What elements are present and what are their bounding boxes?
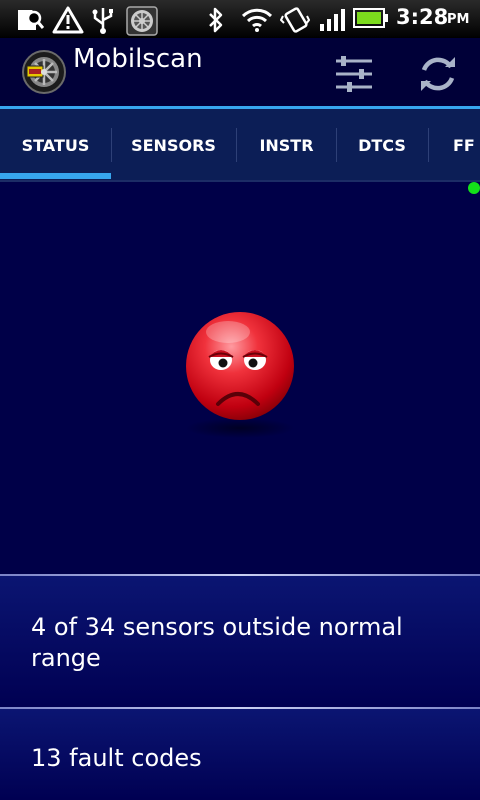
status-time: 3:28 <box>396 5 449 29</box>
signal-icon <box>320 9 345 31</box>
sd-card-scan-icon <box>18 10 44 30</box>
tab-dtcs[interactable]: DTCS <box>336 109 428 182</box>
vibrate-icon <box>280 7 310 33</box>
status-bar: 3:28 PM <box>0 0 480 38</box>
settings-sliders-icon[interactable] <box>332 52 376 96</box>
tab-status[interactable]: STATUS <box>0 109 111 182</box>
app-title: Mobilscan <box>73 44 203 74</box>
tab-ff[interactable]: FF <box>428 109 480 182</box>
bluetooth-icon <box>209 7 223 33</box>
fault-codes-row[interactable]: 13 fault codes <box>0 709 480 800</box>
tab-selected-indicator <box>0 173 111 179</box>
status-ampm: PM <box>447 12 470 27</box>
action-bar: Mobilscan <box>0 38 480 107</box>
battery-icon <box>353 8 388 28</box>
warning-icon <box>52 6 84 34</box>
sensors-status-text: 4 of 34 sensors outside normal range <box>31 613 403 672</box>
usb-icon <box>92 8 113 34</box>
app-logo-icon[interactable] <box>22 50 66 94</box>
tab-instr[interactable]: INSTR <box>236 109 337 182</box>
wifi-icon <box>241 8 273 32</box>
tab-bar: STATUS SENSORS INSTR DTCS FF <box>0 109 480 182</box>
sensors-status-row[interactable]: 4 of 34 sensors outside normal range <box>0 576 480 707</box>
refresh-icon[interactable] <box>416 52 460 96</box>
tab-sensors[interactable]: SENSORS <box>111 109 236 182</box>
sad-face-icon <box>186 312 294 438</box>
app-notification-icon <box>126 6 158 36</box>
connection-status-dot <box>468 182 480 194</box>
fault-codes-text: 13 fault codes <box>31 744 202 772</box>
